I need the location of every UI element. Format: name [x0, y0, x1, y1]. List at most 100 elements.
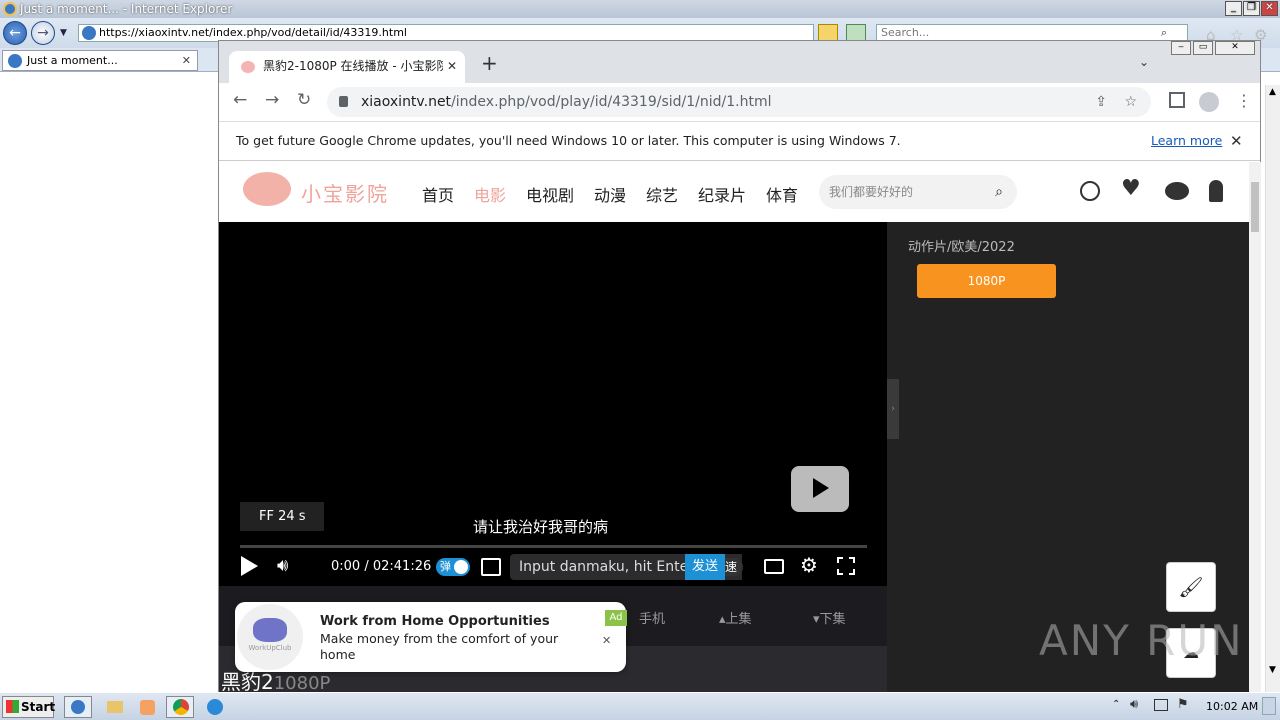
search-icon[interactable]: ⌕ — [1161, 25, 1167, 41]
danmaku-toggle[interactable]: 弹 — [436, 558, 470, 576]
forward-arrow-icon[interactable]: → — [31, 21, 55, 45]
category-text: 动作片/欧美/2022 — [908, 240, 1015, 255]
chrome-window-controls: ‒ ▭ ✕ — [1171, 41, 1259, 59]
chrome-tab-title: 黑豹2-1080P 在线播放 - 小宝影院 - — [263, 59, 457, 73]
learn-more-link[interactable]: Learn more — [1151, 122, 1222, 160]
ie-tab-icon — [8, 54, 22, 68]
collapse-sidebar-handle[interactable]: › — [887, 379, 899, 439]
ad-title: Work from Home Opportunities — [320, 614, 550, 629]
action-center-flag-icon[interactable]: ⚑ — [1177, 697, 1189, 712]
scrollbar-thumb[interactable] — [1251, 182, 1259, 232]
scroll-down-icon[interactable]: ▼ — [1269, 665, 1276, 675]
danmaku-toggle-label: 弹 — [440, 560, 451, 573]
anyrun-watermark: ANY RUN — [1039, 616, 1244, 665]
new-tab-icon[interactable]: + — [481, 51, 498, 75]
chrome-toolbar: ← → ↻ xiaoxintv.net/index.php/vod/play/i… — [219, 83, 1260, 121]
video-quality: 1080P — [273, 673, 331, 694]
bookmark-star-icon[interactable]: ☆ — [1124, 87, 1137, 117]
chrome-tab[interactable]: 黑豹2-1080P 在线播放 - 小宝影院 - ✕ — [229, 51, 465, 83]
network-tray-icon[interactable] — [1154, 699, 1168, 711]
close-button[interactable]: ✕ — [1261, 1, 1278, 16]
media-player-taskbar-icon[interactable] — [133, 696, 161, 718]
source-1080p-button[interactable]: 1080P — [917, 264, 1056, 298]
site-search-input[interactable]: 我们都要好好的 ⌕ — [819, 175, 1017, 209]
video-player[interactable]: FF 24 s 请让我治好我哥的病 🔊︎ 0:00 / 02:41:26 弹 I… — [219, 222, 887, 586]
site-logo-icon[interactable] — [243, 172, 291, 206]
nav-sports[interactable]: 体育 — [766, 182, 798, 206]
prev-episode-link[interactable]: ▴上集 — [719, 608, 752, 627]
site-logo-text[interactable]: 小宝影院 — [301, 178, 389, 207]
profile-avatar-icon[interactable] — [1199, 92, 1219, 112]
nav-home[interactable]: 首页 — [422, 182, 454, 206]
menu-kebab-icon[interactable]: ⋮ — [1236, 91, 1252, 110]
time-current: 0:00 — [331, 559, 361, 574]
ie-tab[interactable]: Just a moment... ✕ — [2, 50, 198, 71]
subtitles-icon[interactable] — [764, 559, 784, 574]
close-infobar-icon[interactable]: ✕ — [1230, 122, 1243, 160]
history-dropdown-icon[interactable]: ▼ — [60, 28, 67, 38]
danmaku-settings-icon[interactable] — [481, 558, 501, 576]
messages-icon[interactable] — [1165, 182, 1189, 200]
info-bar-text: To get future Google Chrome updates, you… — [236, 133, 901, 148]
show-desktop-button[interactable] — [1262, 697, 1276, 715]
back-arrow-icon[interactable]: ← — [233, 90, 247, 110]
time-display: 0:00 / 02:41:26 — [331, 559, 432, 574]
nav-tv[interactable]: 电视剧 — [526, 182, 574, 206]
maximize-button[interactable]: ▭ — [1193, 41, 1213, 55]
send-danmaku-button[interactable]: 发送 — [685, 554, 725, 580]
user-account-icon[interactable] — [1209, 180, 1223, 202]
ad-logo-text: WorkUpClub — [248, 644, 292, 652]
explorer-taskbar-icon[interactable] — [100, 696, 128, 718]
restore-button[interactable]: ❐ — [1243, 1, 1260, 16]
ie-title-bar: Just a moment... - Internet Explorer _ ❐… — [0, 0, 1280, 18]
volume-tray-icon[interactable]: 🔊︎ — [1130, 697, 1138, 712]
minimize-button[interactable]: _ — [1225, 1, 1242, 16]
lock-icon[interactable] — [339, 96, 348, 107]
share-icon[interactable]: ⇪ — [1095, 87, 1107, 117]
forward-arrow-icon[interactable]: → — [265, 90, 279, 110]
mobile-watch-link[interactable]: 手机 — [639, 608, 665, 627]
speed-label[interactable]: 速 — [725, 558, 743, 576]
ie-address-text: https://xiaoxintv.net/index.php/vod/deta… — [99, 26, 407, 39]
update-info-bar: To get future Google Chrome updates, you… — [219, 121, 1260, 161]
progress-bar[interactable] — [240, 545, 867, 548]
start-button[interactable]: Start — [2, 696, 55, 718]
reload-icon[interactable]: ↻ — [297, 90, 311, 110]
ad-popup[interactable]: WorkUpClub Work from Home Opportunities … — [235, 602, 627, 672]
close-tab-icon[interactable]: ✕ — [442, 51, 457, 81]
side-panel-icon[interactable] — [1169, 92, 1185, 108]
scroll-up-icon[interactable]: ▲ — [1269, 87, 1276, 97]
nav-anime[interactable]: 动漫 — [594, 182, 626, 206]
time-total: 02:41:26 — [372, 559, 432, 574]
nav-movies[interactable]: 电影 — [474, 182, 506, 206]
next-episode-link[interactable]: ▾下集 — [813, 608, 846, 627]
close-ad-icon[interactable]: ✕ — [602, 634, 611, 647]
clock: 10:02 AM — [1206, 700, 1259, 713]
fullscreen-icon[interactable] — [837, 557, 855, 575]
paint-brush-icon[interactable]: 🖌︎ — [1166, 562, 1216, 612]
chrome-window: 黑豹2-1080P 在线播放 - 小宝影院 - ✕ + ⌄ ‒ ▭ ✕ ← → … — [218, 40, 1261, 694]
close-tab-icon[interactable]: ✕ — [182, 51, 191, 70]
volume-icon[interactable]: 🔊︎ — [277, 555, 288, 576]
back-arrow-icon[interactable]: ← — [3, 21, 27, 45]
nav-documentary[interactable]: 纪录片 — [698, 182, 746, 206]
settings-gear-icon[interactable]: ⚙ — [800, 553, 818, 577]
ie-taskbar-icon[interactable] — [64, 696, 92, 718]
edge-taskbar-icon[interactable] — [200, 696, 228, 718]
page-scrollbar[interactable] — [1249, 162, 1261, 692]
tab-search-chevron-icon[interactable]: ⌄ — [1139, 55, 1149, 69]
chrome-omnibox[interactable]: xiaoxintv.net/index.php/vod/play/id/4331… — [327, 87, 1151, 117]
url-path: /index.php/vod/play/id/43319/sid/1/nid/1… — [451, 94, 772, 110]
history-clock-icon[interactable] — [1080, 181, 1100, 201]
tray-expand-icon[interactable]: ⌃ — [1112, 699, 1120, 710]
chrome-taskbar-icon[interactable] — [166, 696, 194, 718]
search-icon[interactable]: ⌕ — [995, 175, 1003, 209]
ie-search-placeholder: Search... — [881, 26, 930, 39]
ie-scrollbar[interactable]: ▲ ▼ — [1265, 85, 1280, 692]
ff-toast: FF 24 s — [240, 502, 324, 531]
nav-variety[interactable]: 综艺 — [646, 182, 678, 206]
close-button[interactable]: ✕ — [1215, 41, 1255, 55]
minimize-button[interactable]: ‒ — [1171, 41, 1191, 55]
favorites-heart-icon[interactable]: ♥ — [1121, 176, 1141, 201]
play-icon[interactable] — [241, 556, 258, 576]
